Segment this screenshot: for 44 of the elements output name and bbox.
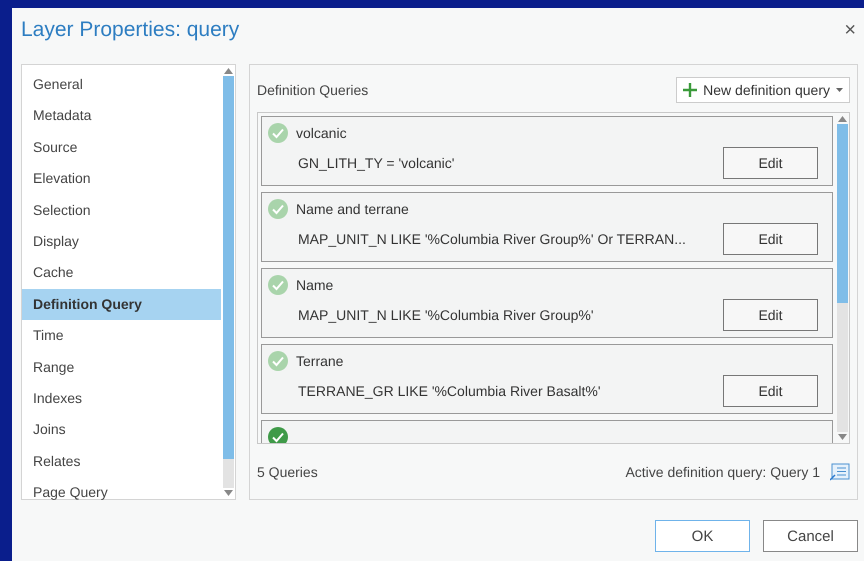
edit-button[interactable]: Edit [723,147,818,180]
list-icon[interactable] [830,462,850,481]
section-heading: Definition Queries [257,82,368,98]
sidebar-item[interactable]: Time [22,320,221,352]
cancel-button[interactable]: Cancel [763,520,858,552]
sidebar-item[interactable]: Metadata [22,100,221,132]
edit-button[interactable]: Edit [723,375,818,408]
sidebar-item[interactable]: Definition Query [22,288,221,320]
caret-icon [836,88,843,92]
scroll-up-icon[interactable] [224,68,232,74]
query-expression: MAP_UNIT_N LIKE '%Columbia River Group%' [298,307,594,324]
scroll-down-icon[interactable] [224,490,232,496]
sidebar-item[interactable]: Cache [22,257,221,289]
query-expression: GN_LITH_TY = 'volcanic' [298,155,454,172]
sidebar-item[interactable]: General [22,69,221,100]
close-button[interactable]: × [842,18,858,42]
sidebar-item[interactable]: Source [22,132,221,164]
query-card[interactable]: Name and terrane MAP_UNIT_N LIKE '%Columbia River Group%' Or TERRAN... Edit [261,192,833,262]
query-card[interactable]: Terrane TERRANE_GR LIKE '%Columbia River Basalt%' Edit [261,344,833,414]
query-name: volcanic [296,125,347,142]
sidebar-item[interactable]: Range [22,352,221,383]
query-expression: MAP_UNIT_N LIKE '%Columbia River Group%' Or TERRAN... [298,231,686,248]
query-name: Name [296,277,334,294]
query-count: 5 Queries [257,464,319,480]
sidebar-item[interactable]: Relates [22,446,221,478]
plus-icon [683,82,698,97]
query-card[interactable]: volcanic GN_LITH_TY = 'volcanic' Edit [261,116,833,186]
query-card[interactable]: Name MAP_UNIT_N LIKE '%Columbia River Group%' Edit [261,268,833,338]
edit-button[interactable]: Edit [723,223,818,256]
new-query-button[interactable]: New definition query [676,76,850,103]
ok-button[interactable]: OK [655,520,750,552]
window-title: Layer Properties: query [21,18,240,42]
sidebar-item[interactable]: Joins [22,414,221,446]
sidebar-item[interactable]: Display [22,226,221,258]
query-name: Terrane [296,353,344,370]
sidebar-item[interactable]: Selection [22,194,221,226]
sidebar-item[interactable]: Page Query [22,477,221,508]
active-query-label: Active definition query: Query 1 [625,464,820,480]
query-name: Name and terrane [296,201,409,218]
sidebar-item[interactable]: Indexes [22,382,221,414]
sidebar-item[interactable]: Elevation [22,163,221,195]
edit-button[interactable]: Edit [723,299,818,332]
scrollbar[interactable] [221,65,235,499]
query-expression: TERRANE_GR LIKE '%Columbia River Basalt%' [298,383,601,400]
